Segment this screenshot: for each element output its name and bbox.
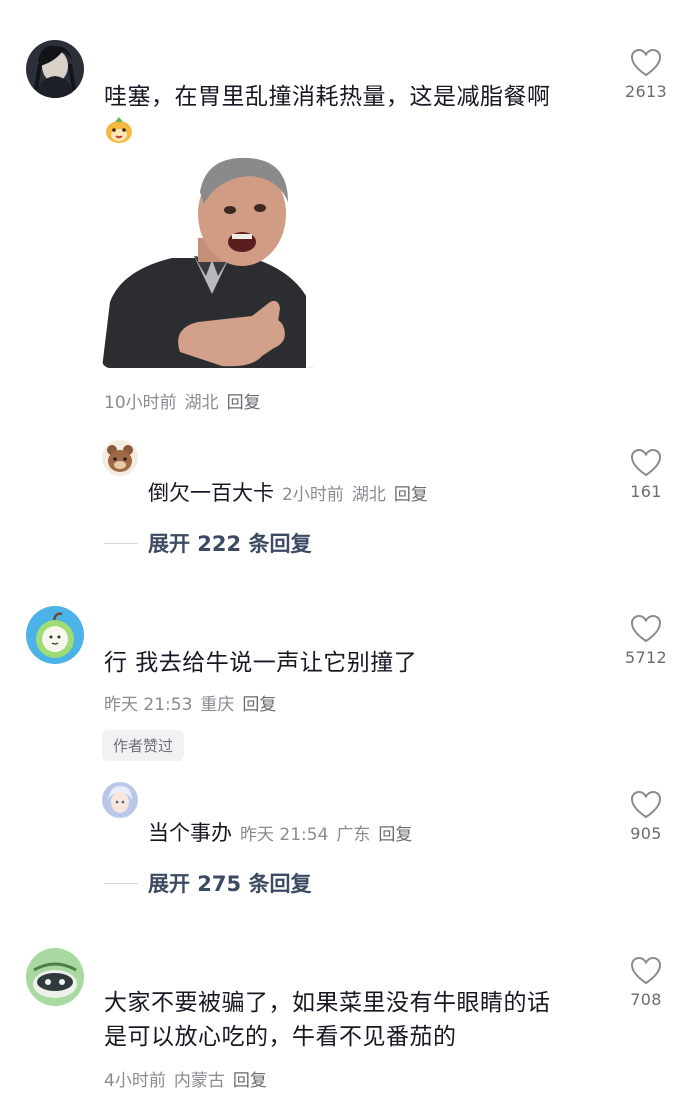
like-button[interactable]: 708 <box>616 956 676 1009</box>
reply-avatar[interactable] <box>102 782 138 818</box>
like-count: 708 <box>630 990 662 1009</box>
comment-text: 哇塞，在胃里乱撞消耗热量，这是减脂餐啊 <box>104 84 551 110</box>
comment-meta: 4小时前 内蒙古 回复 <box>104 1066 275 1091</box>
heart-icon[interactable] <box>616 614 676 644</box>
like-button[interactable]: 2613 <box>616 48 676 101</box>
reply-row: 当个事办 昨天 21:54 广东 回复 <box>148 818 420 848</box>
reply-button[interactable]: 回复 <box>242 695 276 715</box>
divider-line <box>104 882 138 884</box>
avatar[interactable] <box>26 606 84 664</box>
like-count: 161 <box>630 482 662 501</box>
comment-location: 内蒙古 <box>173 1071 225 1091</box>
reply-text: 倒欠一百大卡 <box>148 481 274 505</box>
comment-meta: 10小时前 湖北 回复 <box>104 388 269 413</box>
avatar[interactable] <box>26 40 84 98</box>
reply-time: 2小时前 <box>282 485 344 505</box>
comment-location: 重庆 <box>200 695 235 715</box>
reply-time: 昨天 21:54 <box>240 825 329 845</box>
reply-button[interactable]: 回复 <box>394 485 428 505</box>
reply-button[interactable]: 回复 <box>233 1071 267 1091</box>
heart-icon[interactable] <box>616 448 676 478</box>
expand-replies-button[interactable]: 展开 275 条回复 <box>104 868 311 898</box>
avatar[interactable] <box>26 948 84 1006</box>
reply-avatar[interactable] <box>102 440 138 476</box>
reply-button[interactable]: 回复 <box>227 393 261 413</box>
reply-location: 广东 <box>336 825 371 845</box>
comment-time: 10小时前 <box>104 393 177 413</box>
meme-sticker-elderly-man[interactable] <box>102 152 316 368</box>
expand-replies-label: 展开 275 条回复 <box>148 872 312 896</box>
comment-text-line-1: 大家不要被骗了，如果菜里没有牛眼睛的话 <box>104 990 551 1016</box>
divider-line <box>104 542 138 544</box>
like-count: 5712 <box>625 648 667 667</box>
comment-text-line-2: 是可以放心吃的，牛看不见番茄的 <box>104 1024 457 1050</box>
like-button[interactable]: 161 <box>616 448 676 501</box>
expand-replies-label: 展开 222 条回复 <box>148 532 312 556</box>
reply-location: 湖北 <box>351 485 386 505</box>
comment-time: 4小时前 <box>104 1071 166 1091</box>
reply-row: 倒欠一百大卡 2小时前 湖北 回复 <box>148 478 436 508</box>
comment-text: 行 我去给牛说一声让它别撞了 <box>104 650 418 676</box>
reply-text: 当个事办 <box>148 821 232 845</box>
like-button[interactable]: 5712 <box>616 614 676 667</box>
expand-replies-button[interactable]: 展开 222 条回复 <box>104 528 311 558</box>
like-count: 905 <box>630 824 662 843</box>
comment-time: 昨天 21:53 <box>104 695 193 715</box>
reply-meta: 昨天 21:54 广东 回复 <box>240 820 420 845</box>
like-count: 2613 <box>625 82 667 101</box>
reply-button[interactable]: 回复 <box>378 825 412 845</box>
heart-icon[interactable] <box>616 790 676 820</box>
cute-pet-emoji <box>104 116 134 144</box>
comment-meta: 昨天 21:53 重庆 回复 <box>104 690 284 715</box>
heart-icon[interactable] <box>616 48 676 78</box>
comment-location: 湖北 <box>184 393 219 413</box>
author-liked-badge: 作者赞过 <box>102 730 185 761</box>
heart-icon[interactable] <box>616 956 676 986</box>
reply-meta: 2小时前 湖北 回复 <box>282 480 436 505</box>
like-button[interactable]: 905 <box>616 790 676 843</box>
